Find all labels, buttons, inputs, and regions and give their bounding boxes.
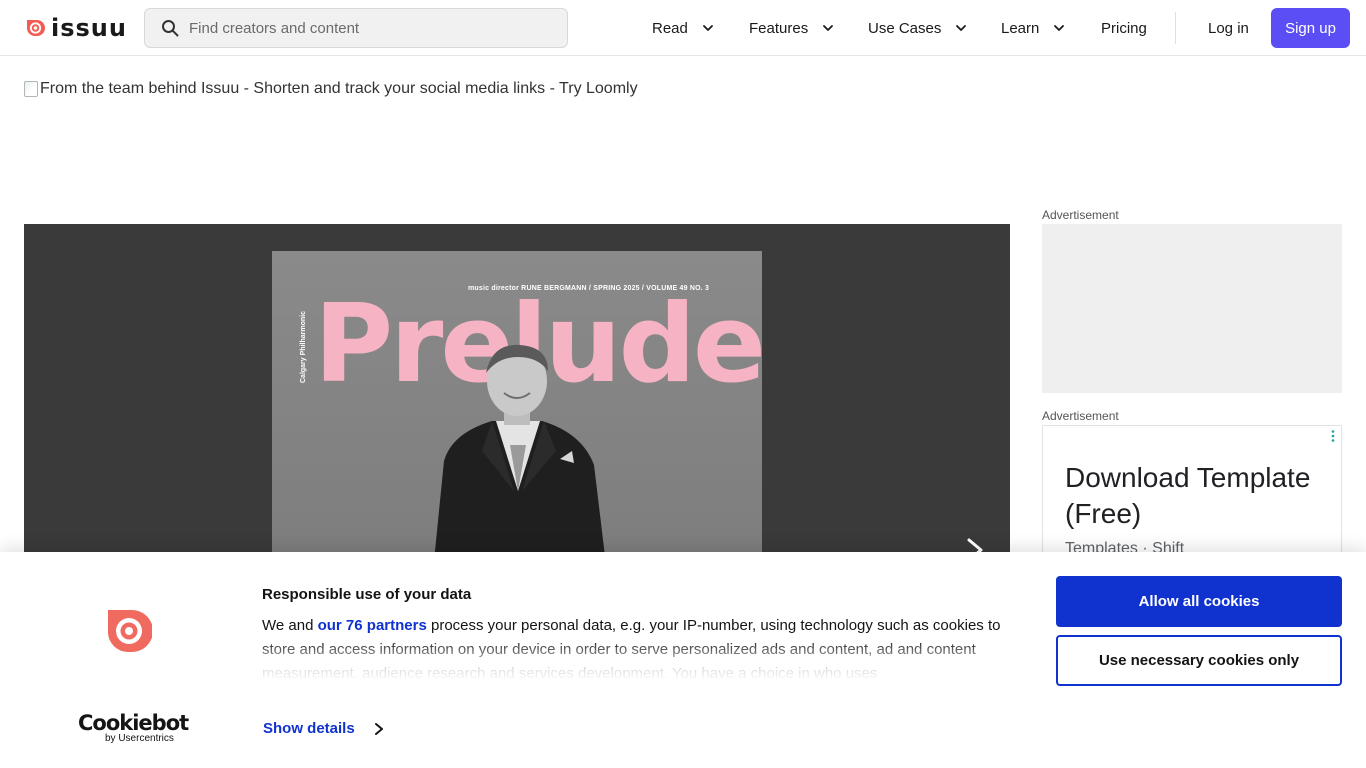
signup-button[interactable]: Sign up [1271,8,1350,48]
issuu-logo-icon [27,20,45,36]
nav-features-label: Features [749,19,809,37]
chevron-down-icon [823,25,834,31]
logo-wordmark: issuu [51,14,127,42]
promo-banner-alt-text: From the team behind Issuu - Shorten and… [40,80,638,97]
cookiebot-wordmark: Cookiebot [78,711,189,735]
nav-pricing[interactable]: Pricing [1101,18,1147,38]
nav-read[interactable]: Read [652,18,714,38]
cookie-consent-banner: Cookiebot by Usercentrics Responsible us… [0,552,1366,768]
ad-label: Advertisement [1042,409,1119,423]
cover-side-text: Calgary Philharmonic [300,311,307,383]
cookiebot-byline: by Usercentrics [105,733,174,744]
nav-features[interactable]: Features [749,18,834,38]
necessary-cookies-only-button[interactable]: Use necessary cookies only [1056,635,1342,686]
promo-banner-image[interactable]: From the team behind Issuu - Shorten and… [24,80,638,98]
document-viewer[interactable]: Prelude music director RUNE BERGMANN / S… [24,224,1010,554]
search-input[interactable] [189,19,549,37]
header-divider [1175,12,1176,44]
search-icon [162,20,179,37]
ad-slot[interactable] [1042,224,1342,393]
cover-portrait [434,344,605,554]
nav-use-cases[interactable]: Use Cases [868,18,967,38]
top-header: issuu Read Features Use Cases Learn Pric… [0,0,1366,56]
ad-slot-template[interactable]: Download Template (Free) Templates · Shi… [1042,425,1342,565]
magazine-cover: Prelude music director RUNE BERGMANN / S… [272,251,762,554]
cookie-title: Responsible use of your data [262,586,472,603]
login-link[interactable]: Log in [1208,18,1249,38]
chevron-down-icon [1054,25,1065,31]
ad-label: Advertisement [1042,208,1119,222]
issuu-logo[interactable]: issuu [24,16,127,40]
nav-pricing-label: Pricing [1101,19,1147,37]
cookiebot-logo[interactable]: Cookiebot by Usercentrics [78,711,189,744]
search-box[interactable] [144,8,568,48]
more-vertical-icon[interactable] [1331,430,1335,442]
nav-learn[interactable]: Learn [1001,18,1065,38]
nav-use-cases-label: Use Cases [868,19,942,37]
chevron-down-icon [702,25,713,31]
nav-learn-label: Learn [1001,19,1040,37]
ad-headline[interactable]: Download Template (Free) [1065,460,1325,532]
issuu-logo-icon [108,610,152,652]
cookie-body-fade [262,638,1022,682]
show-details-label: Show details [263,720,355,737]
show-details-link[interactable]: Show details [263,720,385,737]
cover-meta: music director RUNE BERGMANN / SPRING 20… [468,285,710,292]
allow-all-cookies-button[interactable]: Allow all cookies [1056,576,1342,627]
chevron-right-icon [374,722,383,735]
cookie-body-text: We and [262,617,318,634]
chevron-down-icon [956,25,967,31]
broken-image-icon [24,81,38,97]
partners-link[interactable]: our 76 partners [318,617,427,634]
nav-read-label: Read [652,19,688,37]
login-label: Log in [1208,19,1249,37]
